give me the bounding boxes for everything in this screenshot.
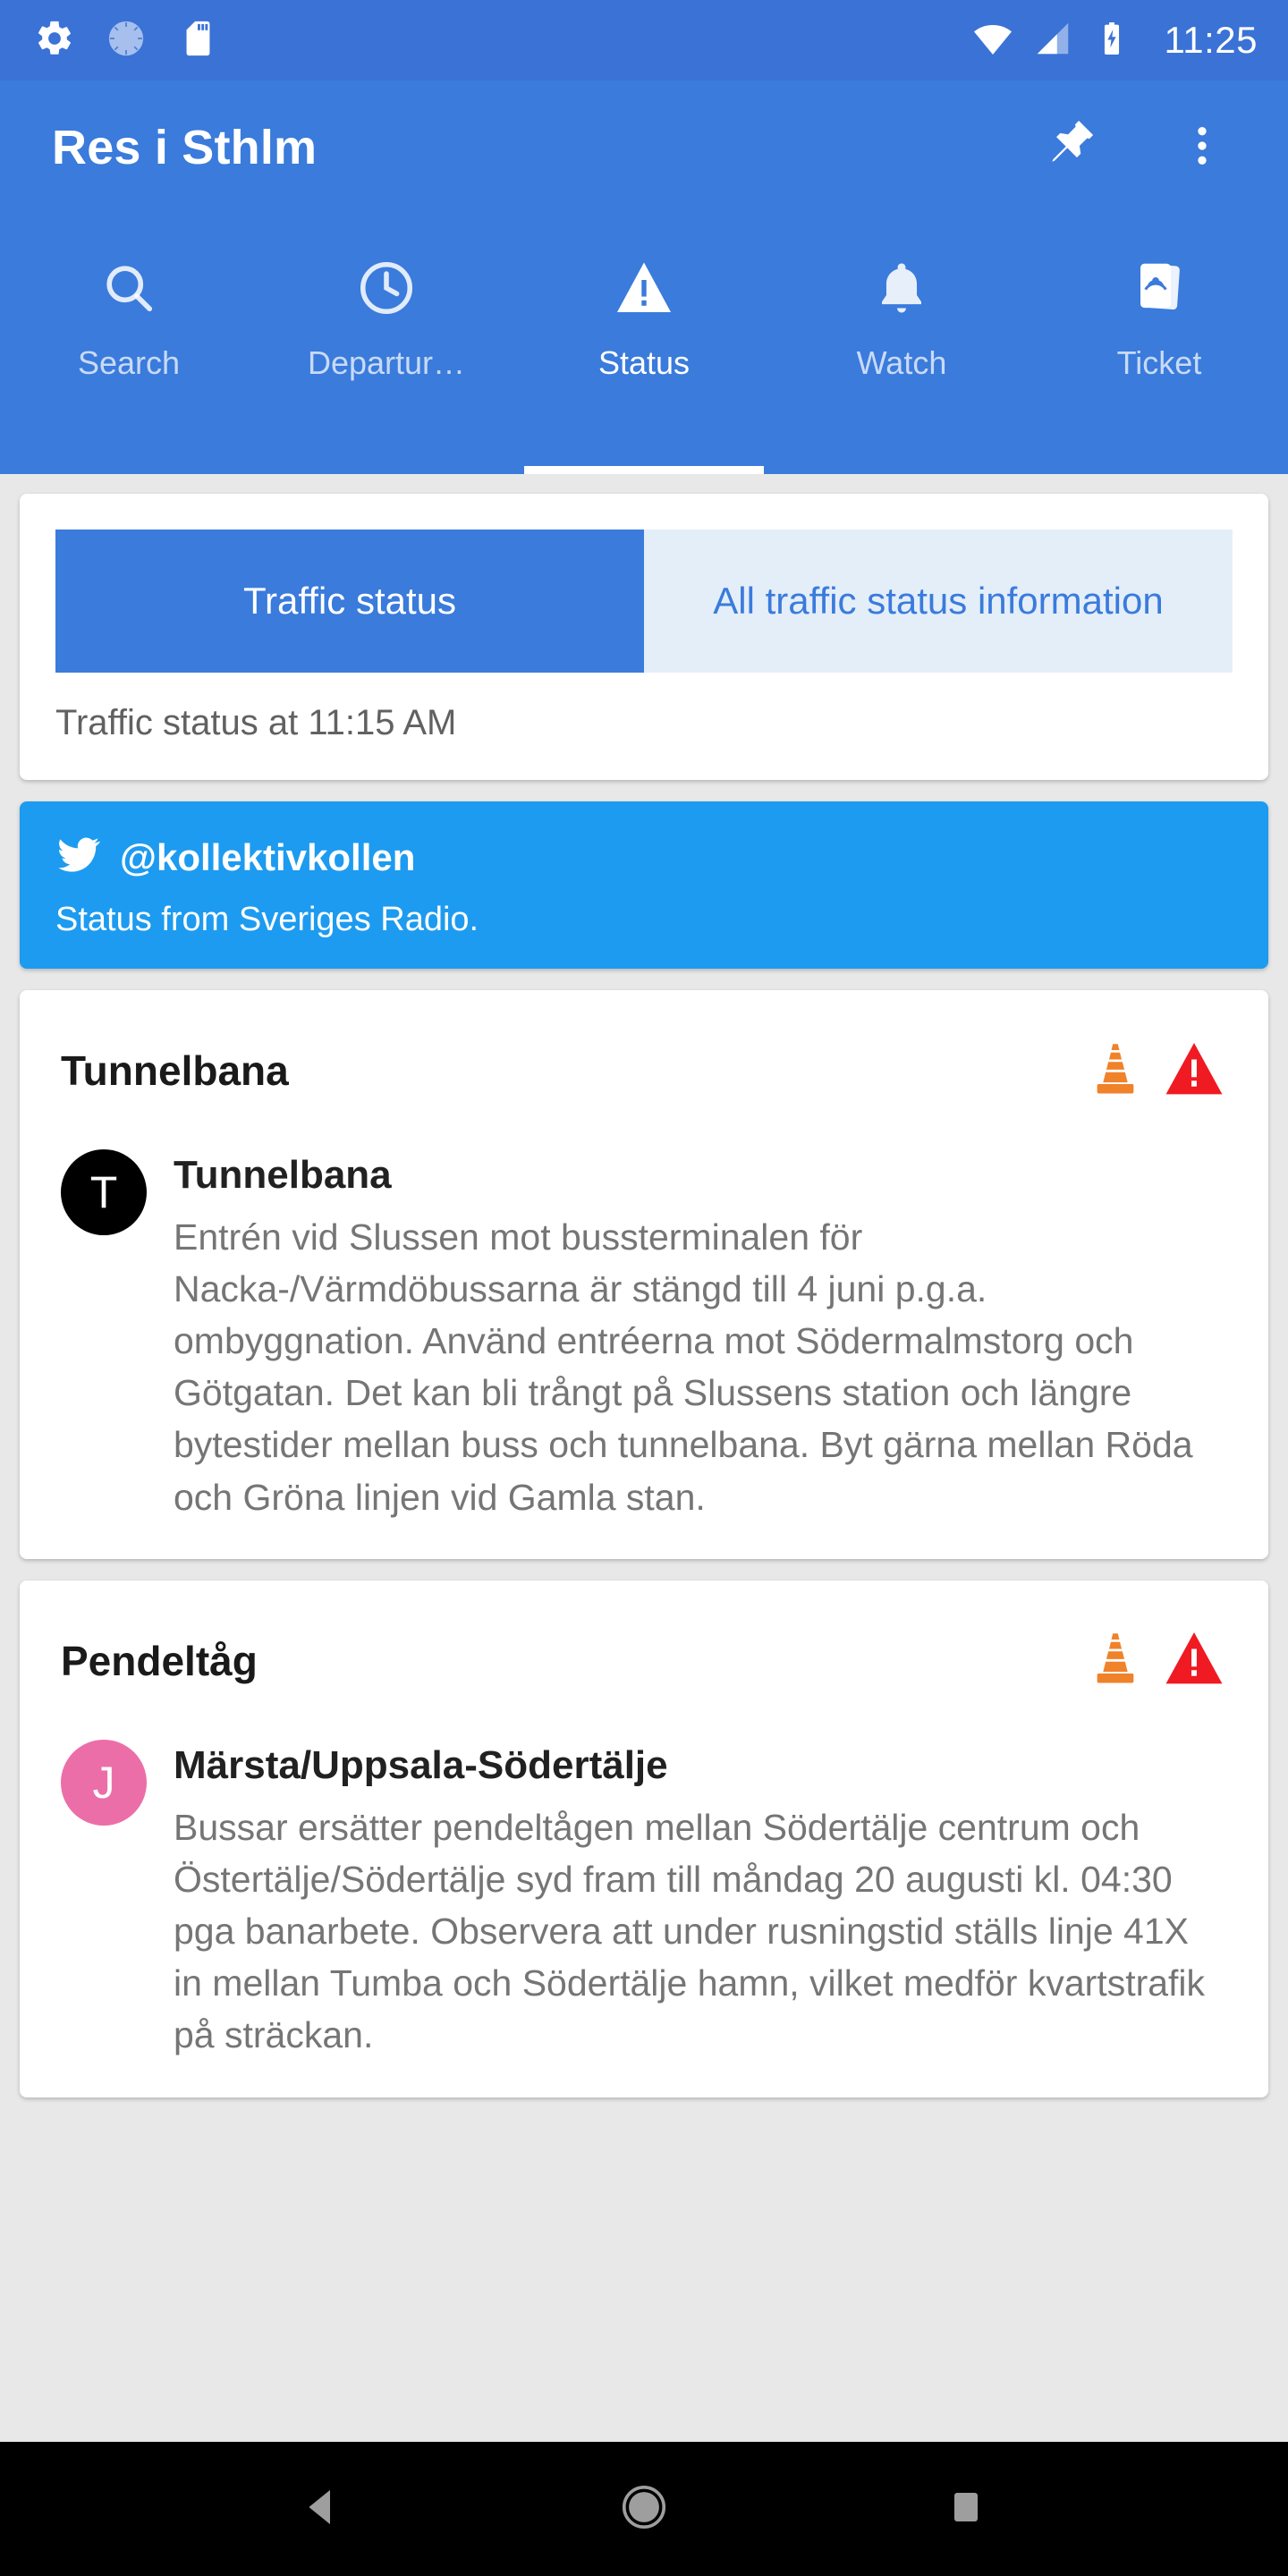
status-bar-right-icons: 11:25	[971, 17, 1258, 64]
deviation-text: Entrén vid Slussen mot bussterminalen fö…	[174, 1216, 1193, 1518]
warning-triangle-icon	[1161, 1625, 1227, 1696]
nav-home-button[interactable]	[581, 2446, 707, 2572]
deviation-body: Tunnelbana Entrén vid Slussen mot busste…	[174, 1149, 1227, 1523]
deviation-text: Bussar ersätter pendeltågen mellan Söder…	[174, 1806, 1206, 2056]
status-card-header: Tunnelbana	[61, 1026, 1227, 1115]
segment-traffic-status[interactable]: Traffic status	[55, 530, 644, 673]
tab-status[interactable]: Status	[515, 215, 773, 474]
ticket-cards-icon	[1129, 252, 1190, 324]
traffic-cone-icon	[1082, 1625, 1148, 1696]
warning-triangle-icon	[612, 252, 676, 324]
deviation-item: J Märsta/Uppsala-Södertälje Bussar ersät…	[61, 1739, 1227, 2062]
deviation-item: T Tunnelbana Entrén vid Slussen mot buss…	[61, 1149, 1227, 1523]
twitter-handle-row: @kollektivkollen	[55, 832, 1233, 883]
status-card-icons	[1082, 1625, 1227, 1696]
twitter-subtitle: Status from Sveriges Radio.	[55, 901, 479, 938]
clock-icon	[355, 252, 418, 324]
sd-card-icon	[177, 18, 218, 64]
twitter-banner[interactable]: @kollektivkollen Status from Sveriges Ra…	[20, 801, 1268, 969]
status-card-icons	[1082, 1036, 1227, 1106]
overflow-menu-button[interactable]	[1159, 105, 1245, 191]
status-bar-left-icons	[34, 18, 218, 64]
segmented-control: Traffic status All traffic status inform…	[55, 530, 1233, 673]
tab-label-status: Status	[597, 344, 691, 381]
app-bar-actions	[1027, 105, 1245, 191]
tab-departures[interactable]: Departur…	[258, 215, 515, 474]
segment-all-traffic-status-information-label: All traffic status information	[713, 580, 1164, 623]
twitter-bird-icon	[55, 832, 102, 883]
tab-label-search: Search	[77, 344, 181, 381]
wifi-icon	[971, 17, 1014, 64]
brightness-circle-icon	[106, 18, 147, 64]
segment-all-traffic-status-information[interactable]: All traffic status information	[644, 530, 1233, 673]
status-card-title: Tunnelbana	[61, 1047, 289, 1094]
back-triangle-icon	[298, 2483, 346, 2536]
recents-square-icon	[945, 2486, 987, 2533]
pin-button[interactable]	[1027, 105, 1113, 191]
deviation-body: Märsta/Uppsala-Södertälje Bussar ersätte…	[174, 1740, 1227, 2062]
status-card-tunnelbana[interactable]: Tunnelbana T Tunnelbana Entrén vid Sluss…	[20, 990, 1268, 1559]
segment-traffic-status-label: Traffic status	[242, 580, 457, 623]
nav-back-button[interactable]	[259, 2446, 385, 2572]
tab-watch[interactable]: Watch	[773, 215, 1030, 474]
status-card-title: Pendeltåg	[61, 1637, 258, 1684]
app-bar: Res i Sthlm	[0, 80, 1288, 215]
cell-signal-icon	[1032, 18, 1073, 64]
tab-bar: Search Departur… Status Watch Ticket	[0, 215, 1288, 474]
traffic-status-toggle-card: Traffic status All traffic status inform…	[20, 494, 1268, 780]
twitter-handle: @kollektivkollen	[120, 835, 416, 878]
bell-icon	[872, 252, 931, 324]
pushpin-icon	[1041, 117, 1098, 179]
status-card-header: Pendeltåg	[61, 1616, 1227, 1706]
status-card-pendeltag[interactable]: Pendeltåg J Märsta/Uppsala-Södertälje Bu…	[20, 1580, 1268, 2097]
line-badge-pendeltag: J	[61, 1739, 147, 1826]
phone-screen: 11:25 Res i Sthlm Search Departur… Statu…	[0, 0, 1288, 2576]
tab-ticket[interactable]: Ticket	[1030, 215, 1288, 474]
nav-recents-button[interactable]	[903, 2446, 1029, 2572]
tab-active-indicator	[524, 466, 764, 474]
search-icon	[98, 252, 159, 324]
traffic-cone-icon	[1082, 1036, 1148, 1106]
status-bar-clock: 11:25	[1164, 19, 1258, 61]
traffic-status-timestamp: Traffic status at 11:15 AM	[55, 703, 457, 742]
line-badge-tunnelbana: T	[61, 1149, 147, 1235]
tab-label-ticket: Ticket	[1116, 344, 1202, 381]
line-badge-letter: T	[89, 1167, 118, 1217]
battery-charging-icon	[1091, 18, 1132, 64]
system-status-bar: 11:25	[0, 0, 1288, 80]
line-badge-letter: J	[92, 1757, 115, 1808]
deviation-title: Märsta/Uppsala-Södertälje	[174, 1742, 668, 1787]
overflow-menu-icon	[1177, 121, 1227, 175]
tab-label-departures: Departur…	[307, 344, 466, 381]
system-navigation-bar	[0, 2442, 1288, 2576]
tab-search[interactable]: Search	[0, 215, 258, 474]
status-content-scroll[interactable]: Traffic status All traffic status inform…	[0, 474, 1288, 2442]
home-circle-icon	[618, 2481, 670, 2538]
deviation-title: Tunnelbana	[174, 1153, 392, 1197]
tab-label-watch: Watch	[856, 344, 947, 381]
settings-gear-icon	[34, 18, 75, 64]
warning-triangle-icon	[1161, 1036, 1227, 1106]
app-title: Res i Sthlm	[52, 121, 318, 174]
